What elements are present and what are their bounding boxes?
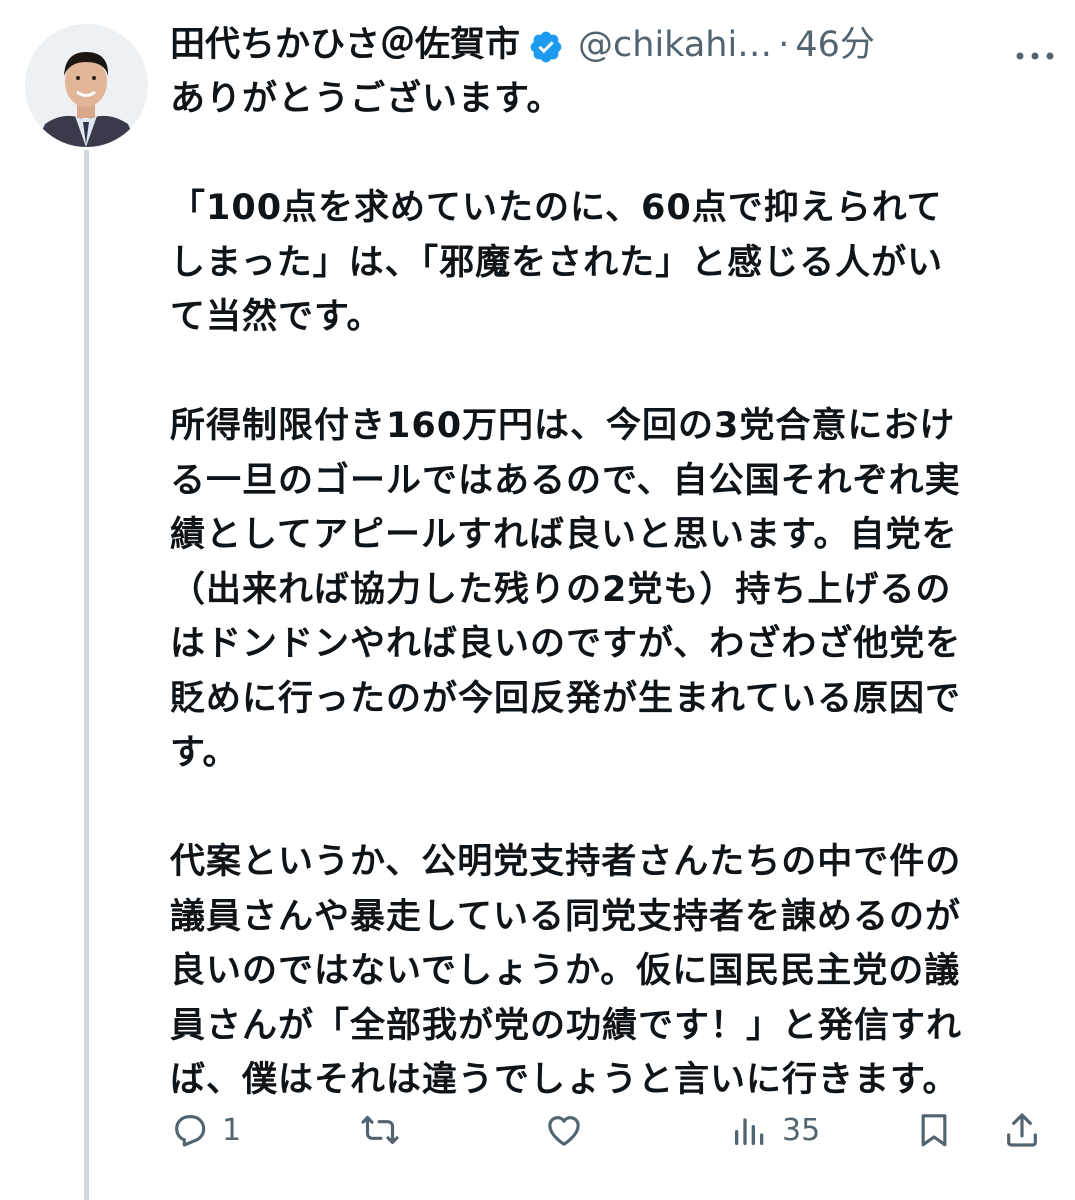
thread-line <box>84 150 89 1200</box>
tweet-header: 田代ちかひさ＠佐賀市 @chikahi… · 46分 <box>170 18 1054 72</box>
tweet-paragraph: 代案というか、公明党支持者さんたちの中で件の 議員さんや暴走している同党支持者を… <box>170 842 963 1100</box>
author-handle[interactable]: @chikahi… <box>578 18 772 72</box>
tweet-paragraph-spacer <box>170 127 1050 182</box>
reply-count: 1 <box>222 1112 242 1148</box>
tweet-paragraph-spacer <box>170 345 1050 400</box>
bookmark-button[interactable] <box>914 1102 954 1158</box>
retweet-button[interactable] <box>358 1102 414 1158</box>
more-options-icon[interactable] <box>1010 32 1060 60</box>
tweet-body: ありがとうございます。「100点を求めていたのに、60点で抑えられて しまった」… <box>170 72 1050 1108</box>
views-count: 35 <box>782 1112 821 1148</box>
author-display-name[interactable]: 田代ちかひさ＠佐賀市 <box>170 18 520 72</box>
retweet-icon <box>358 1110 402 1150</box>
tweet-timestamp[interactable]: 46分 <box>795 18 875 72</box>
share-button[interactable] <box>1002 1102 1042 1158</box>
header-separator: · <box>778 25 790 65</box>
reply-icon <box>170 1110 210 1150</box>
views-button[interactable]: 35 <box>730 1102 820 1158</box>
share-icon <box>1002 1108 1042 1152</box>
bookmark-icon <box>914 1108 954 1152</box>
verified-badge-icon <box>528 27 564 63</box>
avatar[interactable] <box>25 24 148 147</box>
tweet-paragraph: ありがとうございます。 <box>170 79 563 119</box>
tweet-content: 田代ちかひさ＠佐賀市 @chikahi… · 46分 ありがとうございます。「1… <box>170 18 1054 1108</box>
reply-button[interactable]: 1 <box>170 1102 241 1158</box>
like-button[interactable] <box>542 1102 598 1158</box>
views-icon <box>730 1110 770 1150</box>
like-icon <box>542 1110 586 1150</box>
avatar-photo <box>25 24 148 147</box>
tweet-paragraph-spacer <box>170 781 1050 836</box>
tweet-actions-bar: 1 35 <box>170 1102 1050 1158</box>
tweet-paragraph: 所得制限付き160万円は、今回の3党合意におけ る一旦のゴールではあるので、自公… <box>170 406 962 773</box>
tweet-paragraph: 「100点を求めていたのに、60点で抑えられて しまった」は、「邪魔をされた」と… <box>170 188 944 337</box>
